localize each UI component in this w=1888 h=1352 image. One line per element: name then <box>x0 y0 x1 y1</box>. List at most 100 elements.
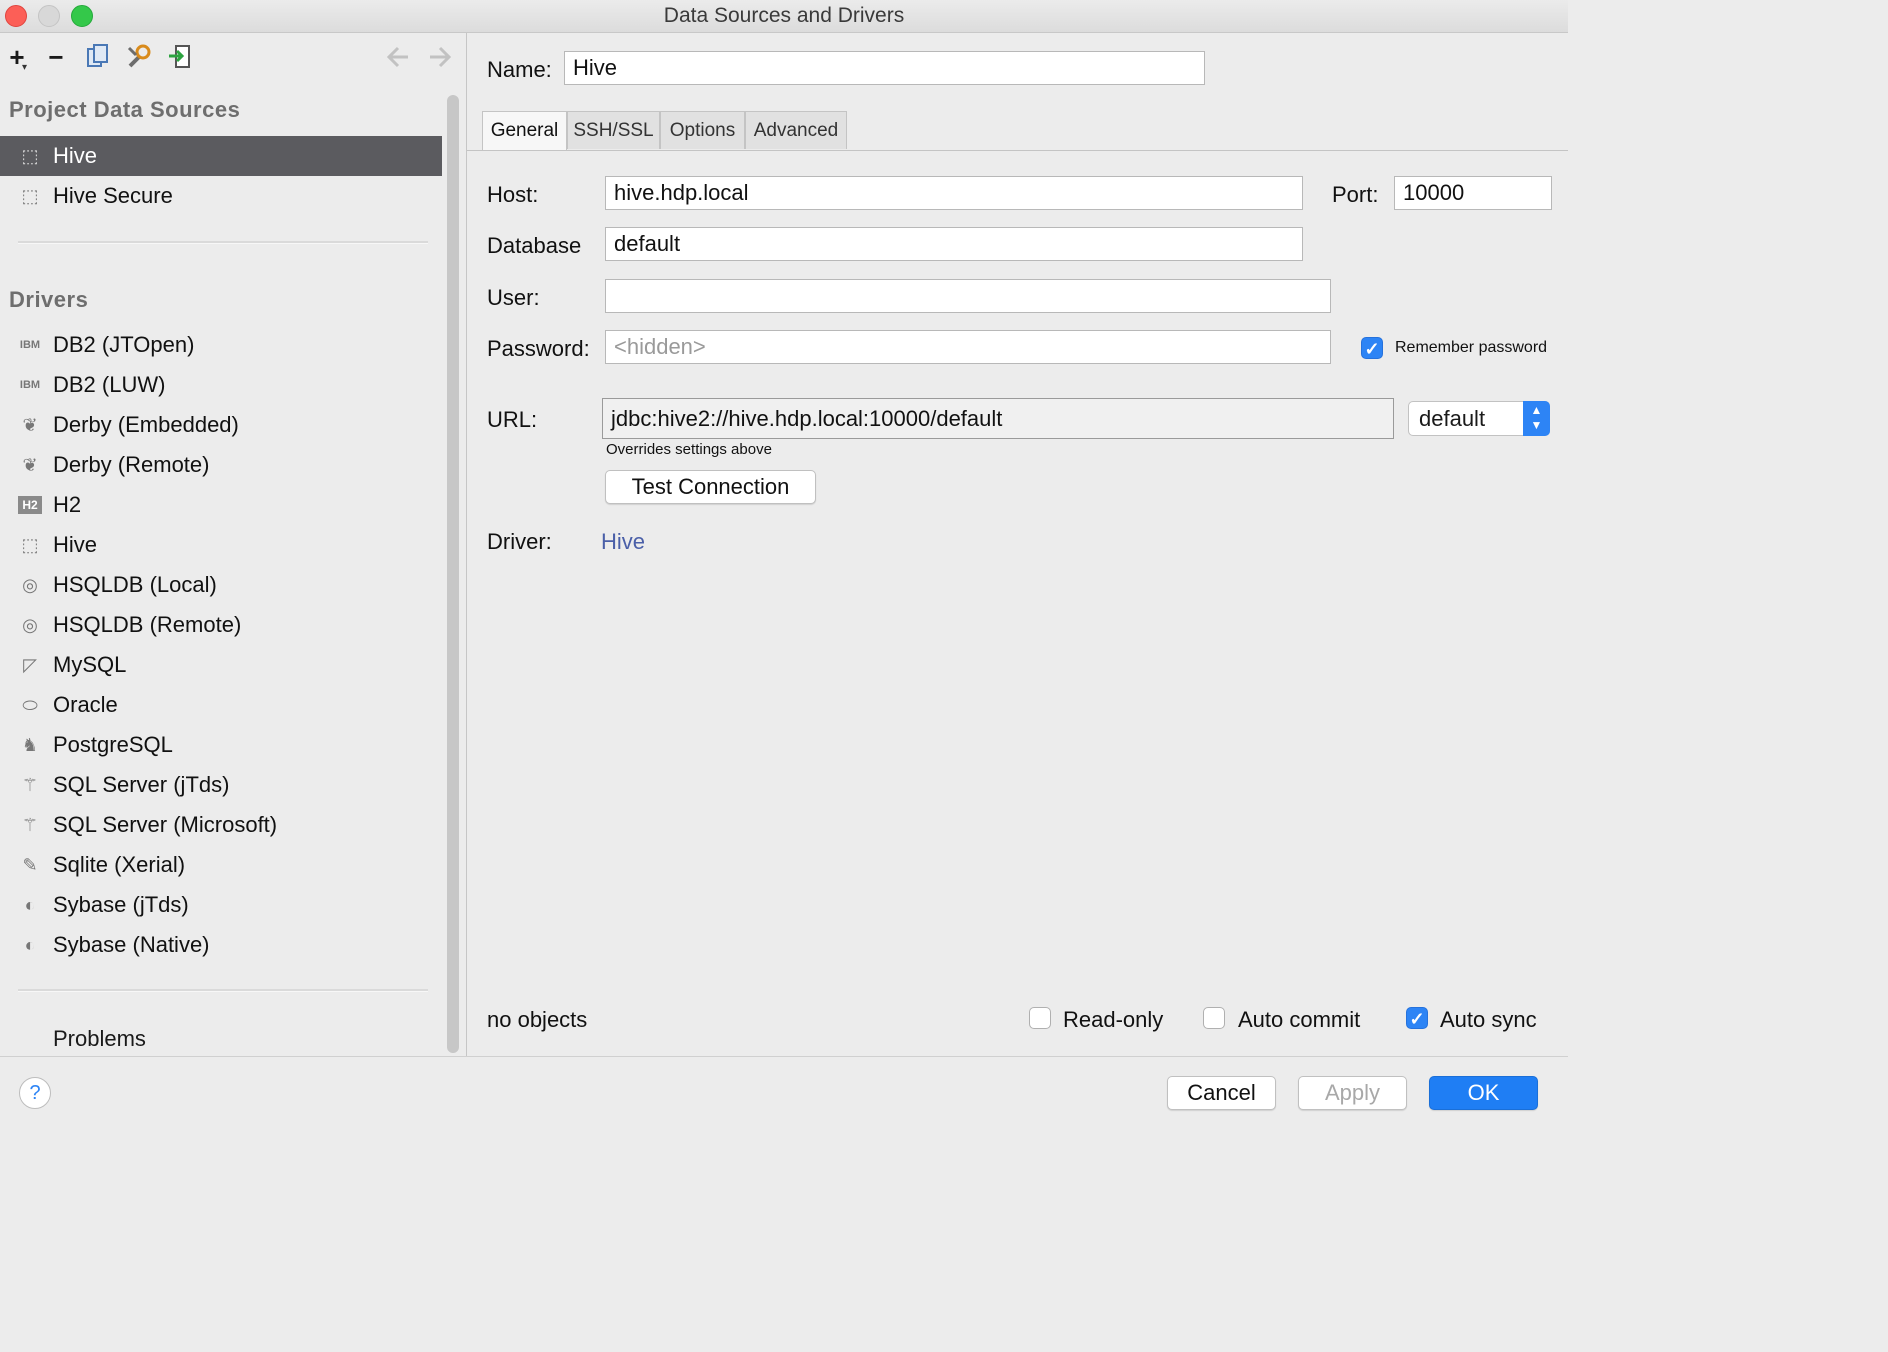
drivers-heading: Drivers <box>9 287 89 312</box>
tab-advanced[interactable]: Advanced <box>745 111 847 149</box>
properties-wrench-icon[interactable] <box>126 44 152 70</box>
objects-status: no objects <box>487 1007 588 1032</box>
read-only-checkbox[interactable] <box>1029 1007 1051 1029</box>
sybase-icon: ◐ <box>24 934 36 955</box>
hive-icon: ⬚ <box>21 145 39 166</box>
ibm-icon: IBM <box>19 339 41 351</box>
remember-password-checkbox[interactable]: ✓ <box>1361 337 1383 359</box>
ok-button[interactable]: OK <box>1429 1076 1538 1110</box>
driver-item[interactable]: ◸ MySQL <box>0 645 442 685</box>
password-label: Password: <box>487 336 590 361</box>
host-label: Host: <box>487 182 539 207</box>
auto-commit-checkbox[interactable] <box>1203 1007 1225 1029</box>
auto-sync-checkbox[interactable]: ✓ <box>1406 1007 1428 1029</box>
driver-label: HSQLDB (Local) <box>53 572 217 597</box>
sqlserver-icon: ⚚ <box>21 814 39 835</box>
ibm-icon: IBM <box>19 379 41 391</box>
driver-item[interactable]: H2 H2 <box>0 485 442 525</box>
name-field[interactable]: Hive <box>564 51 1205 85</box>
mysql-icon: ◸ <box>23 654 37 675</box>
cancel-button[interactable]: Cancel <box>1167 1076 1276 1110</box>
driver-item[interactable]: ⚚ SQL Server (jTds) <box>0 765 442 805</box>
port-label: Port: <box>1332 182 1379 207</box>
back-arrow-icon[interactable] <box>386 44 410 70</box>
driver-item[interactable]: ✎ Sqlite (Xerial) <box>0 845 442 885</box>
driver-label: Sybase (jTds) <box>53 892 189 917</box>
elephant-icon: ♞ <box>21 734 39 755</box>
remember-password-label: Remember password <box>1395 339 1548 356</box>
h2-icon: H2 <box>18 496 42 514</box>
driver-item[interactable]: ◎ HSQLDB (Local) <box>0 565 442 605</box>
driver-link[interactable]: Hive <box>601 529 645 555</box>
driver-label: Oracle <box>53 692 118 717</box>
hsqldb-icon: ◎ <box>22 614 38 635</box>
divider <box>18 989 428 992</box>
user-label: User: <box>487 285 540 310</box>
quill-icon: ✎ <box>22 854 38 875</box>
feather-icon: ❦ <box>22 454 38 475</box>
driver-label: Derby (Remote) <box>53 452 210 477</box>
hive-icon: ⬚ <box>21 185 39 206</box>
remove-icon[interactable]: − <box>43 44 69 70</box>
title-bar: Data Sources and Drivers <box>0 0 1568 33</box>
import-icon[interactable] <box>168 44 192 70</box>
sqlserver-icon: ⚚ <box>21 774 39 795</box>
driver-item[interactable]: ◐ Sybase (jTds) <box>0 885 442 925</box>
host-field[interactable]: hive.hdp.local <box>605 176 1303 210</box>
add-dropdown-chevron-icon: ▾ <box>22 62 28 73</box>
driver-label: H2 <box>53 492 82 517</box>
driver-label: Derby (Embedded) <box>53 412 239 437</box>
driver-item[interactable]: ⬭ Oracle <box>0 685 442 725</box>
hsqldb-icon: ◎ <box>22 574 38 595</box>
oracle-icon: ⬭ <box>22 694 38 715</box>
port-field[interactable]: 10000 <box>1394 176 1552 210</box>
database-label: Database <box>487 233 582 258</box>
left-pane-scrollbar[interactable] <box>447 95 459 1053</box>
forward-arrow-icon[interactable] <box>428 44 452 70</box>
tab-options[interactable]: Options <box>660 111 745 149</box>
hive-icon: ⬚ <box>21 534 39 555</box>
driver-item[interactable]: ⬚ Hive <box>0 525 442 565</box>
driver-label: SQL Server (jTds) <box>53 772 230 797</box>
driver-item[interactable]: IBM DB2 (JTOpen) <box>0 325 442 365</box>
user-field[interactable] <box>605 279 1331 313</box>
data-source-label: Hive Secure <box>53 183 173 208</box>
help-button[interactable]: ? <box>19 1077 51 1109</box>
driver-item[interactable]: ◎ HSQLDB (Remote) <box>0 605 442 645</box>
driver-label: Hive <box>53 532 98 557</box>
tab-strip-border <box>467 150 1568 151</box>
driver-label: DB2 (LUW) <box>53 372 166 397</box>
driver-label: MySQL <box>53 652 127 677</box>
password-field[interactable]: <hidden> <box>605 330 1331 364</box>
url-hint: Overrides settings above <box>606 441 772 458</box>
pane-splitter[interactable] <box>466 33 467 1056</box>
data-source-item-hive-secure[interactable]: ⬚ Hive Secure <box>0 176 442 216</box>
driver-item[interactable]: ⚚ SQL Server (Microsoft) <box>0 805 442 845</box>
driver-label: Sybase (Native) <box>53 932 210 957</box>
data-source-item-hive[interactable]: ⬚ Hive <box>0 136 442 176</box>
driver-item[interactable]: ♞ PostgreSQL <box>0 725 442 765</box>
database-field[interactable]: default <box>605 227 1303 261</box>
feather-icon: ❦ <box>22 414 38 435</box>
apply-button[interactable]: Apply <box>1298 1076 1407 1110</box>
test-connection-button[interactable]: Test Connection <box>605 470 816 504</box>
driver-label: PostgreSQL <box>53 732 173 757</box>
data-source-label: Hive <box>53 143 98 168</box>
tab-ssh-ssl[interactable]: SSH/SSL <box>567 111 660 149</box>
sybase-icon: ◐ <box>24 894 36 915</box>
driver-label: Driver: <box>487 529 552 554</box>
duplicate-icon[interactable] <box>86 44 110 70</box>
driver-label: DB2 (JTOpen) <box>53 332 195 357</box>
problems-item[interactable]: Problems <box>53 1026 146 1052</box>
driver-item[interactable]: IBM DB2 (LUW) <box>0 365 442 405</box>
driver-label: SQL Server (Microsoft) <box>53 812 278 837</box>
driver-item[interactable]: ◐ Sybase (Native) <box>0 925 442 965</box>
url-mode-select[interactable]: default ▲ ▼ <box>1408 401 1550 436</box>
auto-commit-label: Auto commit <box>1238 1007 1361 1032</box>
url-mode-value: default <box>1419 406 1486 431</box>
url-field[interactable]: jdbc:hive2://hive.hdp.local:10000/defaul… <box>602 398 1394 439</box>
driver-item[interactable]: ❦ Derby (Remote) <box>0 445 442 485</box>
tab-general[interactable]: General <box>482 111 567 151</box>
divider <box>18 241 428 244</box>
driver-item[interactable]: ❦ Derby (Embedded) <box>0 405 442 445</box>
